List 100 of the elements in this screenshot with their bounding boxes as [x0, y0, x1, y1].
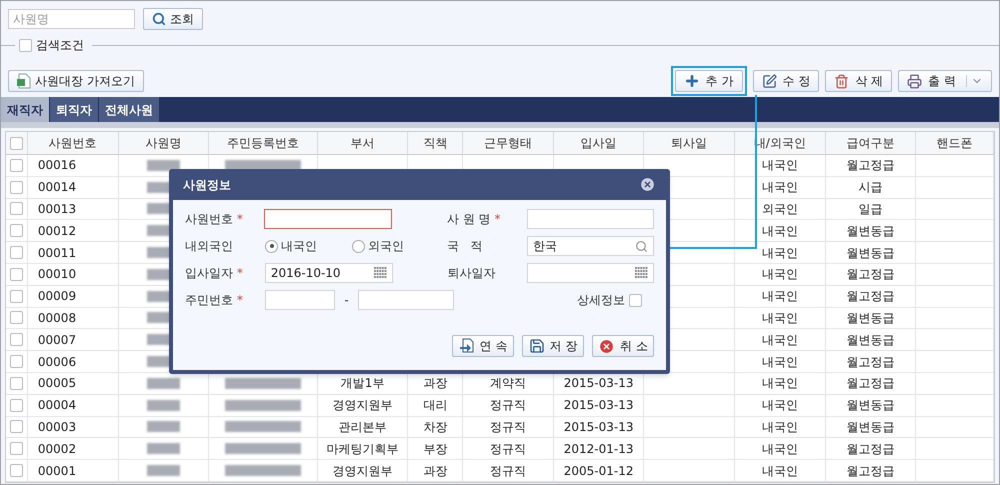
column-header: 급여구분: [826, 132, 916, 154]
separator: -: [343, 292, 350, 309]
table-cell-text: 마케팅기획부: [326, 440, 399, 458]
row-checkbox[interactable]: [10, 420, 23, 434]
plus-icon: [684, 73, 700, 89]
redacted-text: [146, 400, 180, 411]
name-field[interactable]: [527, 209, 654, 229]
calendar-icon[interactable]: [374, 267, 387, 279]
retire-date-field[interactable]: [527, 263, 654, 283]
table-cell-text: 정규직: [490, 462, 526, 480]
document-arrow-icon: [458, 338, 475, 354]
table-cell-text: 월고정급: [846, 266, 894, 284]
redacted-text: [146, 421, 180, 432]
redacted-text: [146, 443, 180, 454]
employee-number-field[interactable]: [264, 209, 392, 229]
table-cell-text: 00012: [38, 222, 76, 240]
table-cell-text: 00006: [38, 354, 76, 371]
save-button[interactable]: 저 장: [522, 335, 584, 357]
id-number-field[interactable]: [265, 290, 335, 310]
table-cell-text: 내국인: [762, 266, 798, 284]
column-header: 사원명: [118, 132, 210, 154]
table-cell-text: 00009: [38, 288, 76, 306]
field-label: 퇴사일자: [447, 265, 496, 282]
table-cell-text: 내국인: [762, 332, 798, 349]
table-cell-text: 경영지원부: [332, 462, 393, 480]
row-checkbox[interactable]: [10, 246, 23, 260]
close-icon[interactable]: [639, 176, 656, 193]
spreadsheet-icon: [17, 73, 31, 89]
column-header: 주민등록번호: [209, 132, 318, 154]
search-field[interactable]: 사원명: [8, 9, 135, 29]
add-button[interactable]: 추 가: [674, 70, 743, 92]
row-checkbox[interactable]: [10, 158, 23, 172]
row-checkbox[interactable]: [10, 442, 23, 456]
row-checkbox[interactable]: [10, 202, 23, 216]
column-header: 사원번호: [28, 132, 119, 154]
table-cell-text: 내국인: [762, 397, 798, 414]
cancel-icon: [598, 338, 616, 354]
delete-button[interactable]: 삭 제: [825, 70, 892, 92]
table-cell-text: 월고정급: [846, 157, 894, 174]
detail-checkbox[interactable]: [629, 294, 642, 306]
table-cell-text: 월변동급: [846, 332, 894, 349]
continue-button[interactable]: 연 속: [452, 335, 514, 357]
table-cell-text: 00002: [38, 440, 76, 458]
table-cell-text: 월변동급: [846, 244, 894, 262]
table-cell-text: 월고정급: [846, 440, 894, 458]
row-checkbox[interactable]: [10, 224, 23, 238]
field-label: 입사일자 *: [185, 265, 244, 282]
table-cell-text: 외국인: [762, 200, 798, 218]
row-checkbox[interactable]: [10, 376, 23, 390]
table-cell-text: 정규직: [490, 397, 526, 414]
column-header: 근무형태: [463, 132, 554, 154]
detail-label: 상세정보: [577, 292, 625, 309]
redacted-text: [146, 160, 180, 171]
search-icon[interactable]: [635, 240, 648, 252]
row-checkbox[interactable]: [10, 333, 23, 346]
hire-date-field[interactable]: 2016-10-10: [264, 263, 393, 283]
row-checkbox[interactable]: [10, 398, 23, 412]
row-checkbox[interactable]: [10, 290, 23, 303]
radio-option[interactable]: 내국인: [265, 237, 352, 255]
search-button[interactable]: 조회: [143, 8, 203, 30]
field-label: 사 원 명 *: [447, 211, 502, 228]
table-cell-text: 부장: [423, 440, 448, 458]
table-cell-text: 계약직: [490, 375, 526, 392]
tab[interactable]: 재직자: [1, 97, 50, 122]
select-all-checkbox[interactable]: [10, 136, 23, 150]
table-cell-text: 2012-01-13: [564, 440, 634, 458]
column-header: 입사일: [554, 132, 644, 154]
table-cell-text: 정규직: [490, 440, 526, 458]
cancel-button[interactable]: 취 소: [592, 335, 654, 357]
row-checkbox[interactable]: [10, 464, 23, 478]
radio-option[interactable]: 외국인: [352, 237, 439, 255]
import-button[interactable]: 사원대장 가져오기: [8, 70, 144, 92]
table-cell-text: 내국인: [762, 440, 798, 458]
field-label: 주민번호 *: [185, 292, 244, 309]
table-cell-text: 00003: [38, 418, 76, 436]
table-cell-text: 2005-01-12: [564, 462, 634, 480]
calendar-icon[interactable]: [635, 267, 648, 279]
table-cell-text: 월고정급: [846, 354, 894, 371]
printer-icon: [907, 74, 922, 88]
field-label: 내외국인: [185, 238, 234, 255]
print-button[interactable]: 출 력: [898, 70, 992, 92]
table-cell-text: 00014: [38, 179, 76, 196]
filter-checkbox[interactable]: [19, 38, 32, 52]
row-checkbox[interactable]: [10, 311, 23, 324]
row-checkbox[interactable]: [10, 180, 23, 194]
row-checkbox[interactable]: [10, 268, 23, 281]
row-checkbox[interactable]: [10, 355, 23, 368]
id-number-field[interactable]: [358, 290, 454, 310]
table-cell-text: 내국인: [762, 310, 798, 327]
table-cell-text: 00008: [38, 310, 76, 327]
nationality-field[interactable]: 한국: [527, 236, 654, 256]
table-cell-text: 월변동급: [846, 418, 894, 436]
table-cell-text: 내국인: [762, 375, 798, 392]
tab[interactable]: 퇴직자: [50, 97, 99, 122]
table-cell-text: 내국인: [762, 354, 798, 371]
table-cell-text: 과장: [423, 462, 448, 480]
tab[interactable]: 전체사원: [99, 97, 160, 122]
edit-button[interactable]: 수 정: [752, 70, 820, 92]
table-cell-text: 정규직: [490, 418, 526, 436]
table-cell-text: 내국인: [762, 244, 798, 262]
